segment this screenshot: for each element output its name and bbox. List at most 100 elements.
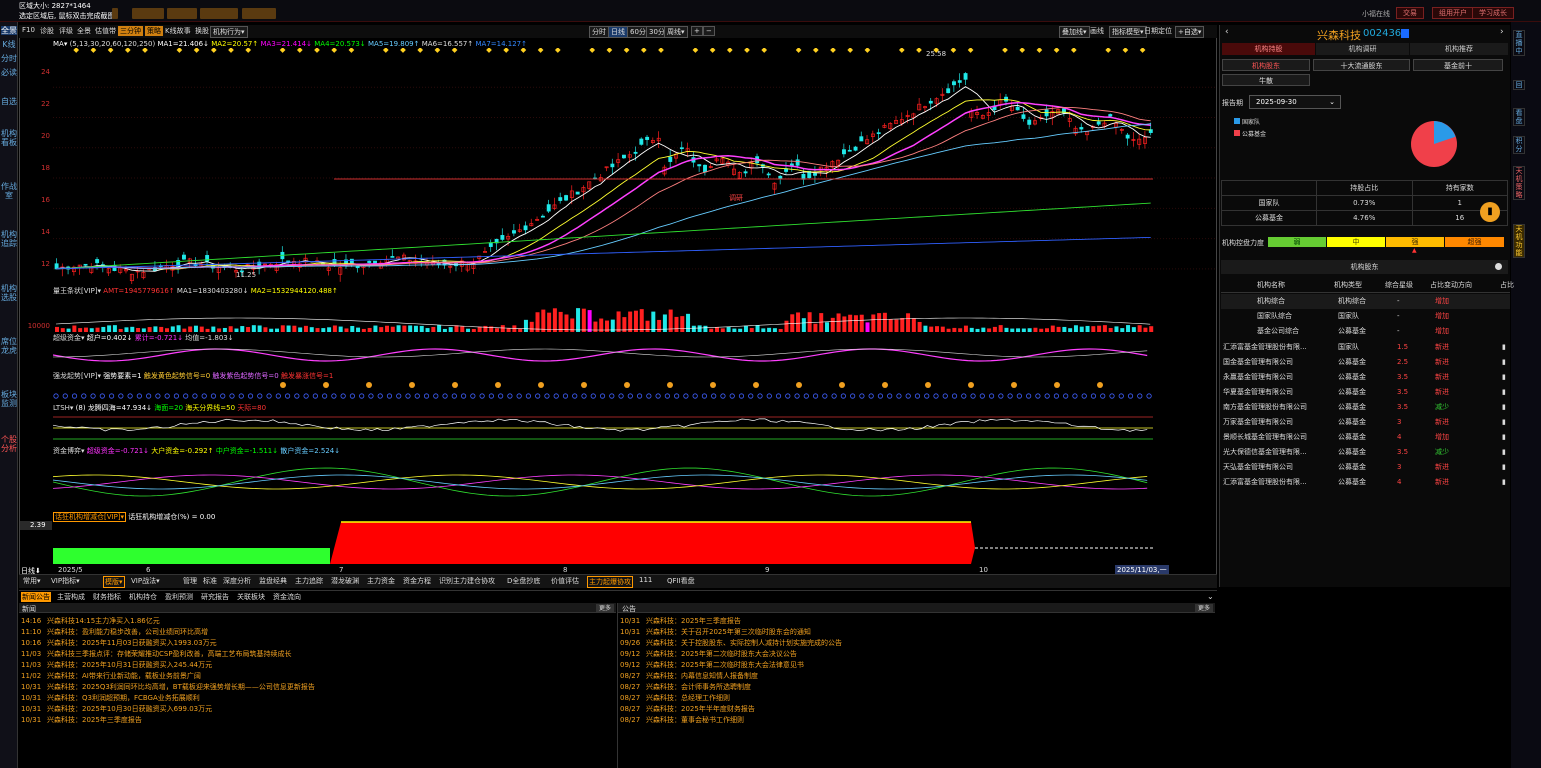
rating-button[interactable]: 评级 [59,26,73,36]
info-tab[interactable]: 财务指标 [93,592,121,602]
tab-tianji-function[interactable]: 天机功能 [1513,224,1525,258]
news-item[interactable]: 10/31 兴森科技：2025年10月30日获融资买入699.03万元 [21,704,212,715]
indicator-tab[interactable]: 常用▾ [23,576,41,586]
news-more-button[interactable]: 更多 [596,604,615,613]
ann-item[interactable]: 08/27 兴森科技：董事会秘书工作细则 [620,715,744,726]
indicator-tab[interactable]: VIP战法▾ [131,576,160,586]
next-arrow-icon[interactable]: › [1500,27,1504,37]
kline-chart[interactable]: 25.58 11.25 调研 [53,48,1215,284]
top-btn[interactable] [112,8,118,19]
tab-points[interactable]: 积分 [1513,136,1525,154]
subtab-top10-float[interactable]: 十大流通股东 [1313,59,1410,71]
top-btn[interactable] [132,8,164,19]
indicator-model-dropdown[interactable]: 指标模型▾ [1109,26,1147,38]
ann-item[interactable]: 08/27 兴森科技：会计师事务所选聘制度 [620,682,751,693]
tab-inst-track[interactable]: 机构追踪 [1,230,17,248]
overview-button[interactable]: 全景 [77,26,91,36]
indicator-tab[interactable]: 标准 [203,576,217,586]
kline-story-button[interactable]: K线故事 [165,26,191,36]
ind1-chart[interactable] [53,341,1215,369]
ind5-chart[interactable] [53,520,1215,564]
inst-holder-row[interactable]: 万家基金管理有限公司 公募基金 3 新进 ▮ [1221,415,1510,430]
info-tab[interactable]: 研究报告 [201,592,229,602]
top-btn[interactable] [242,8,276,19]
news-item[interactable]: 10:16 兴森科技：2025年11月03日获融资买入1993.03万元 [21,638,217,649]
period-daily[interactable]: 日线 [608,26,628,38]
tab-inst-select[interactable]: 机构选股 [1,284,17,302]
subtab-retail[interactable]: 牛散 [1222,74,1310,86]
tab-watchlist[interactable]: 自选 [1,97,17,106]
inst-holder-row[interactable]: 南方基金管理股份有限公司 公募基金 3.5 减少 ▮ [1221,400,1510,415]
top-btn[interactable] [167,8,197,19]
ann-more-button[interactable]: 更多 [1195,604,1214,613]
open-account-button[interactable]: 组用开户 [1432,7,1474,19]
info-icon[interactable] [1495,263,1502,270]
draw-button[interactable]: 画线 [1090,26,1104,36]
tab-must-read[interactable]: 必读 [1,68,17,77]
inst-holder-row[interactable]: 国金基金管理有限公司 公募基金 2.5 新进 ▮ [1221,355,1510,370]
date-locate-button[interactable]: 日期定位 [1144,26,1172,36]
news-item[interactable]: 11:10 兴森科技：盈利能力稳步改善，公司业绩同环比高增 [21,627,208,638]
ann-item[interactable]: 09/26 兴森科技：关于控股股东、实际控制人减持计划实施完成的公告 [620,638,842,649]
indicator-tab[interactable]: 主力起爆协攻 [587,576,633,588]
learn-button[interactable]: 学习成长 [1472,7,1514,19]
tab-overview[interactable]: 全景 [1,26,17,35]
inst-holder-row[interactable]: 永赢基金管理有限公司 公募基金 3.5 新进 ▮ [1221,370,1510,385]
collapse-icon[interactable]: ⌄ [1207,592,1214,601]
indicator-tab[interactable]: 深度分析 [223,576,251,586]
tab-watch[interactable]: 看盘 [1513,108,1525,126]
inst-holder-row[interactable]: 汇添富基金管理股份有限... 公募基金 4 新进 ▮ [1221,475,1510,490]
ma-label[interactable]: MA▾ [53,40,67,48]
tab-inst-research[interactable]: 机构调研 [1316,43,1409,55]
strategy-button[interactable]: 策略 [145,26,163,36]
zoom-out-button[interactable]: − [703,26,715,36]
inst-summary-row[interactable]: 基金公司综合 公募基金 - 增加 [1221,324,1510,339]
indicator-tab[interactable]: 潜龙破渊 [331,576,359,586]
top-btn[interactable] [200,8,238,19]
indicator-tab[interactable]: 管理 [183,576,197,586]
news-item[interactable]: 10/31 兴森科技：Q3利润超预期，FCBGA业务拓展顺利 [21,693,200,704]
ind2-chart[interactable] [53,379,1215,401]
chart-stats-icon[interactable]: ▮ [1480,202,1500,222]
tab-seat-dragon[interactable]: 席位龙虎 [1,337,17,355]
inst-holder-row[interactable]: 景顺长城基金管理有限公司 公募基金 4 增加 ▮ [1221,430,1510,445]
tab-inst-recommend[interactable]: 机构推荐 [1410,43,1508,55]
news-item[interactable]: 10/31 兴森科技：2025年三季度报告 [21,715,142,726]
news-item[interactable]: 14:16 兴森科技14:15主力净买入1.86亿元 [21,616,160,627]
ann-item[interactable]: 09/12 兴森科技：2025年第二次临时股东大会法律意见书 [620,660,804,671]
overlay-dropdown[interactable]: 叠加线▾ [1059,26,1090,38]
ind4-chart[interactable] [53,454,1215,510]
add-watchlist-dropdown[interactable]: +自选▾ [1175,26,1205,38]
tab-tianji-strategy[interactable]: 天机策略 [1513,166,1525,200]
zoom-in-button[interactable]: + [691,26,703,36]
prev-arrow-icon[interactable]: ‹ [1225,27,1229,37]
tab-live[interactable]: 直播中 [1513,30,1525,56]
tab-sector-monitor[interactable]: 板块监测 [1,390,17,408]
indicator-tab[interactable]: 识别主力建仓协攻 [439,576,495,586]
f10-button[interactable]: F10 [22,26,35,34]
info-tab[interactable]: 新闻公告 [21,592,51,602]
trade-button[interactable]: 交易 [1396,7,1424,19]
tab-back[interactable]: 回 [1513,80,1525,90]
news-item[interactable]: 10/31 兴森科技：2025Q3利润同环比均高增，BT载板迎来强势增长期——公司… [21,682,315,693]
ind3-chart[interactable] [53,411,1215,443]
indicator-tab[interactable]: 资金方程 [403,576,431,586]
subtab-inst-holders[interactable]: 机构股东 [1222,59,1310,71]
news-item[interactable]: 11/02 兴森科技：AI带来行业新动能，载板业务前景广阔 [21,671,201,682]
indicator-tab[interactable]: 模版▾ [103,576,125,588]
inst-holder-row[interactable]: 汇添富基金管理股份有限... 国家队 1.5 新进 ▮ [1221,340,1510,355]
info-tab[interactable]: 关联板块 [237,592,265,602]
ann-item[interactable]: 10/31 兴森科技：2025年三季度报告 [620,616,741,627]
inst-holder-row[interactable]: 华夏基金管理有限公司 公募基金 3.5 新进 ▮ [1221,385,1510,400]
ann-item[interactable]: 08/27 兴森科技：2025年半年度财务报告 [620,704,755,715]
valuation-button[interactable]: 估值带 [95,26,116,36]
period-timeshare[interactable]: 分时 [589,26,609,38]
info-tab[interactable]: 机构持仓 [129,592,157,602]
ann-item[interactable]: 09/12 兴森科技：2025年第二次临时股东大会决议公告 [620,649,797,660]
indicator-tab[interactable]: 111 [639,576,652,584]
indicator-tab[interactable]: 监盘经典 [259,576,287,586]
volume-chart[interactable] [53,294,1215,332]
indicator-tab[interactable]: 主力资金 [367,576,395,586]
indicator-tab[interactable]: QFII看盘 [667,576,695,586]
indicator-tab[interactable]: 主力追踪 [295,576,323,586]
